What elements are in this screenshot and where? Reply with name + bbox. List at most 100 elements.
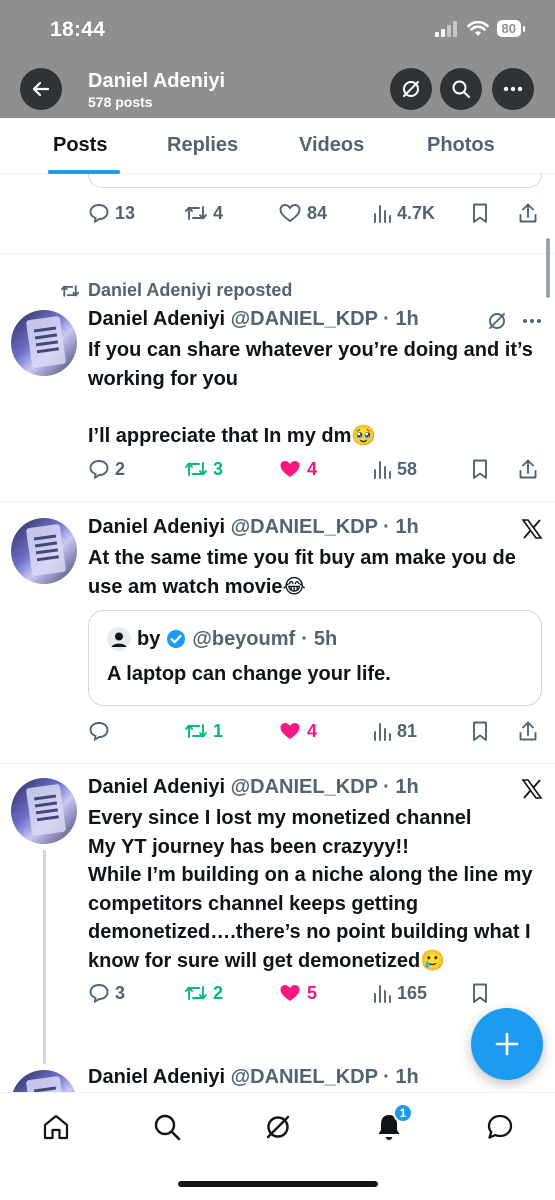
- post-item[interactable]: Daniel Adeniyi @DANIEL_KDP · 1h At the s…: [0, 502, 555, 764]
- quoted-post-fragment: [88, 174, 542, 188]
- reply-button[interactable]: 2: [88, 458, 125, 480]
- grok-icon: [266, 1115, 290, 1139]
- post-time: 1h: [395, 1066, 419, 1088]
- bookmark-icon: [473, 983, 487, 1003]
- post-header: Daniel Adeniyi @DANIEL_KDP · 1h: [88, 308, 419, 330]
- analytics-icon: [374, 985, 391, 1003]
- grok-button[interactable]: [390, 68, 432, 110]
- tab-posts[interactable]: Posts: [53, 134, 107, 157]
- avatar[interactable]: [11, 310, 77, 376]
- heart-filled-icon: [280, 985, 300, 1001]
- repost-icon: [185, 462, 207, 476]
- back-button[interactable]: [20, 68, 62, 110]
- like-button[interactable]: 4: [278, 458, 317, 480]
- view-count: 165: [397, 982, 428, 1003]
- reply-count: 3: [115, 982, 126, 1003]
- reply-count: 13: [115, 202, 136, 223]
- views-button[interactable]: 4.7K: [372, 202, 435, 224]
- post-item[interactable]: Daniel Adeniyi @DANIEL_KDP · 1h: [0, 1064, 555, 1092]
- bookmark-button[interactable]: [471, 458, 489, 480]
- nav-grok[interactable]: [260, 1109, 296, 1145]
- heart-outline-icon: [279, 204, 301, 223]
- share-button[interactable]: [518, 202, 538, 224]
- author-name[interactable]: Daniel Adeniyi: [88, 308, 225, 330]
- scrollbar[interactable]: [546, 238, 550, 298]
- post-item[interactable]: 13 4 84 4.7K: [0, 174, 555, 254]
- repost-button[interactable]: 4: [184, 202, 223, 224]
- view-count: 81: [397, 720, 418, 741]
- repost-icon: [185, 724, 207, 738]
- profile-name: Daniel Adeniyi: [88, 70, 226, 92]
- home-icon: [43, 1114, 69, 1140]
- like-count: 4: [307, 458, 318, 479]
- views-button[interactable]: 165: [372, 982, 427, 1004]
- nav-notifications[interactable]: 1: [371, 1103, 413, 1145]
- author-handle[interactable]: @DANIEL_KDP: [231, 1066, 378, 1088]
- battery-indicator: 80: [496, 20, 526, 37]
- quoted-post[interactable]: by @beyoumf · 5h A laptop can change your …: [88, 610, 542, 706]
- grok-icon: [403, 81, 419, 97]
- view-count: 58: [397, 458, 418, 479]
- nav-search[interactable]: [149, 1109, 185, 1145]
- avatar[interactable]: [11, 1070, 77, 1092]
- tab-videos[interactable]: Videos: [299, 134, 364, 157]
- bookmark-button[interactable]: [471, 720, 489, 742]
- home-indicator: [178, 1181, 378, 1187]
- like-count: 4: [307, 720, 318, 741]
- repost-button[interactable]: 1: [184, 720, 223, 742]
- notification-badge: 1: [393, 1103, 413, 1123]
- like-count: 5: [307, 982, 318, 1003]
- post-header: Daniel Adeniyi @DANIEL_KDP · 1h: [88, 516, 419, 538]
- posts-count: 578 posts: [88, 94, 153, 110]
- repost-indicator: Daniel Adeniyi reposted: [60, 280, 292, 301]
- wifi-icon: [466, 20, 489, 36]
- like-button[interactable]: 5: [278, 982, 317, 1004]
- quoted-author-name: by: [137, 627, 161, 650]
- reply-button[interactable]: [88, 720, 115, 742]
- heart-filled-icon: [280, 461, 300, 477]
- author-name[interactable]: Daniel Adeniyi: [88, 516, 225, 538]
- post-item[interactable]: Daniel Adeniyi @DANIEL_KDP · 1h Every si…: [0, 764, 555, 1064]
- bookmark-icon: [473, 721, 487, 741]
- like-count: 84: [307, 202, 328, 223]
- bookmark-button[interactable]: [471, 202, 489, 224]
- reply-icon: [89, 722, 109, 742]
- tab-replies[interactable]: Replies: [167, 134, 238, 157]
- repost-label: Daniel Adeniyi reposted: [88, 280, 293, 300]
- author-handle[interactable]: @DANIEL_KDP: [231, 516, 378, 538]
- repost-button[interactable]: 2: [184, 982, 223, 1004]
- post-actions: 13 4 84 4.7K: [88, 202, 548, 232]
- tab-photos[interactable]: Photos: [427, 134, 495, 157]
- author-handle[interactable]: @DANIEL_KDP: [231, 776, 378, 798]
- author-name[interactable]: Daniel Adeniyi: [88, 776, 225, 798]
- author-name[interactable]: Daniel Adeniyi: [88, 1066, 225, 1088]
- share-button[interactable]: [518, 720, 538, 742]
- views-button[interactable]: 81: [372, 720, 417, 742]
- like-button[interactable]: 84: [278, 202, 327, 224]
- more-options-button[interactable]: [492, 68, 534, 110]
- cellular-signal-icon: [434, 20, 457, 37]
- reply-icon: [89, 984, 109, 1004]
- share-button[interactable]: [518, 458, 538, 480]
- reply-button[interactable]: 13: [88, 202, 135, 224]
- nav-home[interactable]: [38, 1109, 74, 1145]
- post-text: At the same time you fit buy am make you…: [88, 547, 516, 598]
- nav-messages[interactable]: [482, 1109, 518, 1145]
- analytics-icon: [374, 723, 391, 741]
- like-button[interactable]: 4: [278, 720, 317, 742]
- reply-button[interactable]: 3: [88, 982, 125, 1004]
- analytics-icon: [374, 461, 391, 479]
- status-time: 18:44: [50, 18, 106, 41]
- post-item[interactable]: Daniel Adeniyi reposted Daniel Adeniyi @…: [0, 254, 555, 502]
- compose-post-button[interactable]: [471, 1008, 543, 1080]
- more-dots-icon[interactable]: [522, 318, 542, 324]
- views-button[interactable]: 58: [372, 458, 417, 480]
- post-time: 1h: [395, 308, 419, 330]
- avatar[interactable]: [11, 518, 77, 584]
- avatar[interactable]: [11, 778, 77, 844]
- repost-button[interactable]: 3: [184, 458, 223, 480]
- search-button[interactable]: [440, 68, 482, 110]
- grok-icon[interactable]: [486, 310, 508, 332]
- author-handle[interactable]: @DANIEL_KDP: [231, 308, 378, 330]
- bookmark-button[interactable]: [471, 982, 489, 1004]
